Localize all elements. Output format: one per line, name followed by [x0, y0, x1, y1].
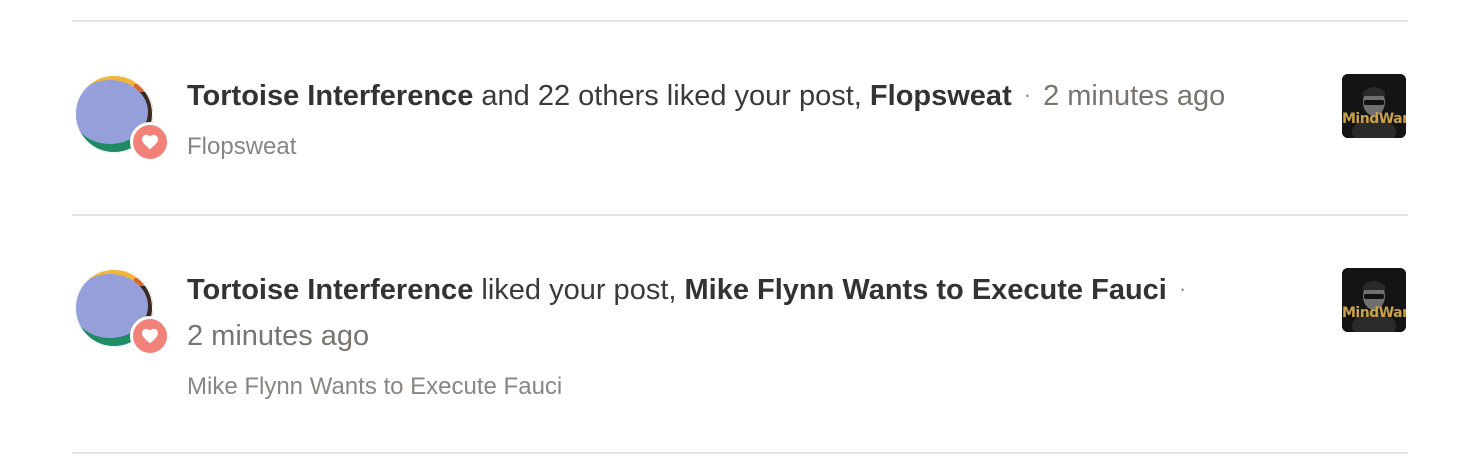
heart-icon [142, 134, 158, 150]
thumbnail-text: MindWar [1342, 305, 1406, 321]
action-text: liked your post, [481, 274, 677, 306]
post-subtitle: Mike Flynn Wants to Execute Fauci [187, 373, 563, 400]
post-subtitle: Flopsweat [187, 133, 297, 160]
notification-item[interactable]: Tortoise Interference liked your post, M… [72, 216, 1408, 452]
timestamp: 2 minutes ago [1043, 80, 1226, 112]
like-badge [130, 316, 170, 356]
divider [72, 452, 1408, 454]
post-thumbnail[interactable]: MindWar [1342, 74, 1406, 138]
heart-icon [142, 328, 158, 344]
notification-headline: Tortoise Interference liked your post, M… [187, 268, 1327, 358]
portrait-image [1342, 74, 1406, 138]
separator-dot: · [1023, 82, 1032, 107]
post-title-link[interactable]: Flopsweat [870, 80, 1012, 112]
actor-avatar-group[interactable] [74, 268, 170, 358]
notification-content: Tortoise Interference liked your post, M… [187, 268, 1327, 404]
post-title-link[interactable]: Mike Flynn Wants to Execute Fauci [685, 274, 1167, 306]
thumbnail-text: MindWar [1342, 111, 1406, 127]
actor-avatar-group[interactable] [74, 74, 170, 164]
action-text: and 22 others liked your post, [481, 80, 862, 112]
notification-feed: Tortoise Interference and 22 others like… [72, 0, 1408, 454]
notification-headline: Tortoise Interference and 22 others like… [187, 74, 1327, 120]
actor-name[interactable]: Tortoise Interference [187, 80, 473, 112]
notification-content: Tortoise Interference and 22 others like… [187, 74, 1327, 164]
notification-item[interactable]: Tortoise Interference and 22 others like… [72, 22, 1408, 214]
like-badge [130, 122, 170, 162]
timestamp: 2 minutes ago [187, 320, 370, 352]
post-thumbnail[interactable]: MindWar [1342, 268, 1406, 332]
actor-name[interactable]: Tortoise Interference [187, 274, 473, 306]
separator-dot: · [1178, 276, 1187, 301]
portrait-image [1342, 268, 1406, 332]
